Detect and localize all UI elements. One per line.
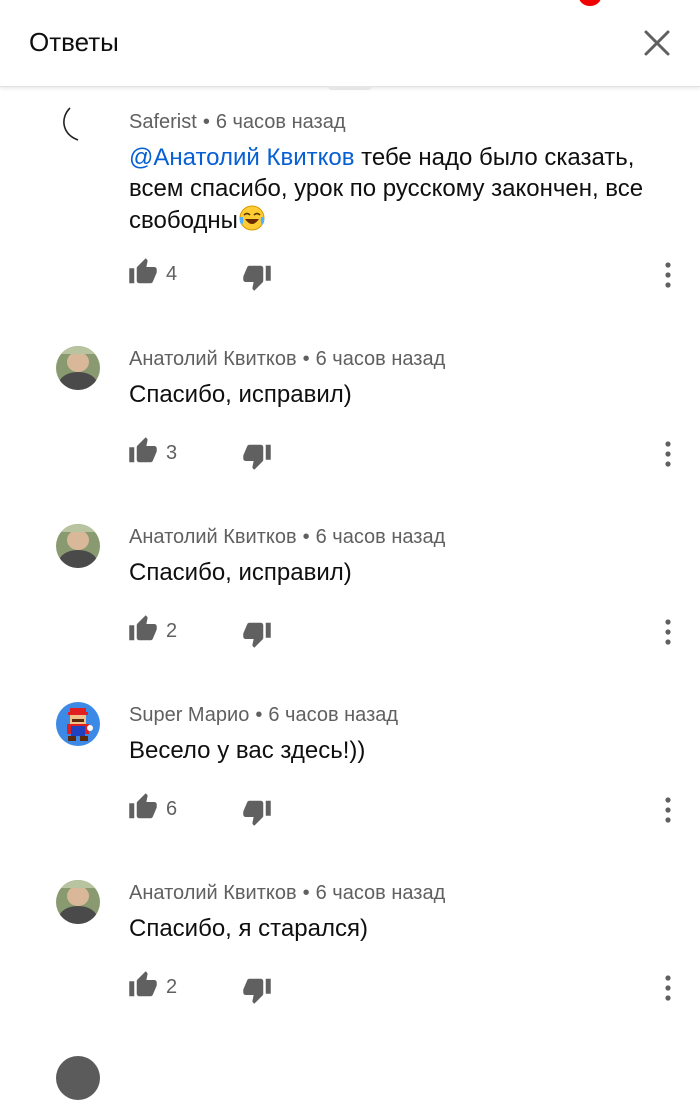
avatar-photo-image (56, 346, 100, 390)
comment-meta: Saferist • 6 часов назад (129, 111, 346, 133)
more-vertical-icon (665, 262, 671, 288)
thumbs-up-icon (129, 615, 157, 641)
like-button[interactable] (128, 257, 158, 287)
thumbs-down-icon (243, 622, 271, 648)
more-options-button[interactable] (656, 439, 680, 469)
thumbs-up-icon (129, 971, 157, 997)
dislike-button[interactable] (242, 441, 272, 471)
comment-author[interactable]: Анатолий Квитков (129, 882, 297, 904)
more-vertical-icon (665, 619, 671, 645)
comment-author[interactable]: Saferist (129, 111, 197, 133)
thumbs-down-icon (243, 800, 271, 826)
more-options-button[interactable] (656, 795, 680, 825)
like-count: 4 (166, 263, 178, 285)
comment-meta: Анатолий Квитков • 6 часов назад (129, 348, 446, 370)
mention-link[interactable]: @Анатолий Квитков (129, 144, 354, 171)
like-count: 6 (166, 798, 178, 820)
avatar-mario-image (56, 702, 100, 746)
avatar[interactable] (56, 880, 100, 924)
comment-time: 6 часов назад (315, 526, 446, 548)
avatar[interactable] (56, 1056, 100, 1100)
avatar-crescent-image (63, 107, 79, 141)
comment-text: @Анатолий Квитков тебе надо было сказать… (129, 143, 674, 237)
avatar-photo-image (56, 880, 100, 924)
face-with-tears-of-joy-icon (239, 205, 265, 231)
comment-text: Спасибо, я старался) (129, 915, 368, 942)
more-vertical-icon (665, 797, 671, 823)
comment-time: 6 часов назад (215, 111, 346, 133)
thumbs-down-icon (243, 444, 271, 470)
like-button[interactable] (128, 436, 158, 466)
like-button[interactable] (128, 792, 158, 822)
avatar[interactable] (56, 346, 100, 390)
avatar[interactable] (56, 524, 100, 568)
dislike-button[interactable] (242, 975, 272, 1005)
more-vertical-icon (665, 975, 671, 1001)
dislike-button[interactable] (242, 619, 272, 649)
avatar[interactable] (56, 702, 100, 746)
avatar-photo-image (56, 524, 100, 568)
comment-author[interactable]: Super Марио (129, 704, 249, 726)
like-count: 2 (166, 620, 178, 642)
comment-author[interactable]: Анатолий Квитков (129, 348, 297, 370)
thumbs-down-icon (243, 978, 271, 1004)
scroll-indicator (328, 86, 372, 90)
comment-text: Спасибо, исправил) (129, 559, 352, 586)
comment-time: 6 часов назад (315, 348, 446, 370)
more-options-button[interactable] (656, 260, 680, 290)
notification-dot (579, 0, 601, 6)
page-title: Ответы (29, 27, 119, 57)
dislike-button[interactable] (242, 262, 272, 292)
like-count: 3 (166, 442, 178, 464)
comment-time: 6 часов назад (268, 704, 399, 726)
more-vertical-icon (665, 441, 671, 467)
comment-meta: Анатолий Квитков • 6 часов назад (129, 882, 446, 904)
comment-time: 6 часов назад (315, 882, 446, 904)
close-button[interactable] (636, 22, 678, 64)
comment-meta: Анатолий Квитков • 6 часов назад (129, 526, 446, 548)
comment-author[interactable]: Анатолий Квитков (129, 526, 297, 548)
thumbs-up-icon (129, 437, 157, 463)
close-icon (644, 30, 670, 56)
like-count: 2 (166, 976, 178, 998)
like-button[interactable] (128, 614, 158, 644)
comment-text: Спасибо, исправил) (129, 381, 352, 408)
like-button[interactable] (128, 970, 158, 1000)
comment-meta: Super Марио • 6 часов назад (129, 704, 399, 726)
thumbs-down-icon (243, 265, 271, 291)
more-options-button[interactable] (656, 973, 680, 1003)
thumbs-up-icon (129, 258, 157, 284)
thumbs-up-icon (129, 793, 157, 819)
avatar[interactable] (56, 100, 100, 144)
replies-header: Ответы (0, 0, 700, 87)
comment-text: Весело у вас здесь!)) (129, 737, 366, 764)
dislike-button[interactable] (242, 797, 272, 827)
more-options-button[interactable] (656, 617, 680, 647)
